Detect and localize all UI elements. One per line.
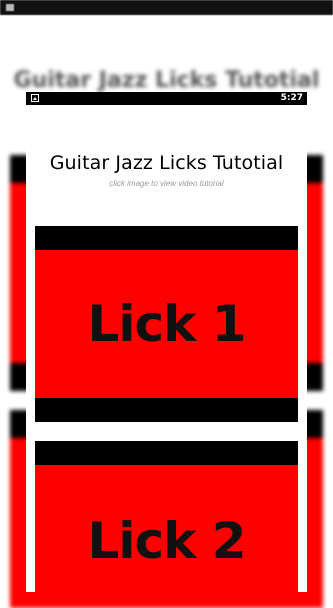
app-screen: 5:27 Guitar Jazz Licks Tutotial click im…: [26, 92, 307, 592]
background-notification-icon: [6, 4, 14, 11]
image-notification-icon: [31, 94, 39, 102]
thumbnail-image[interactable]: Lick 2: [35, 465, 298, 592]
thumbnail-bottom-bar: [35, 398, 298, 422]
thumbnail-image[interactable]: Lick 1: [35, 250, 298, 398]
page-subtitle: click image to view video tutorial: [109, 179, 224, 188]
lick-1-thumbnail[interactable]: Lick 1: [35, 226, 298, 422]
status-bar: 5:27: [26, 92, 307, 105]
status-time: 5:27: [280, 93, 303, 103]
page-title: Guitar Jazz Licks Tutotial: [49, 152, 284, 174]
lick-1-label: Lick 1: [87, 295, 246, 353]
background-status-bar: [0, 0, 333, 15]
lick-2-label: Lick 2: [87, 511, 246, 570]
background-app-title: Guitar Jazz Licks Tutotial: [13, 68, 320, 93]
thumbnail-top-bar: [35, 226, 298, 250]
lick-2-thumbnail[interactable]: Lick 2: [35, 441, 298, 592]
thumbnail-top-bar: [35, 441, 298, 465]
